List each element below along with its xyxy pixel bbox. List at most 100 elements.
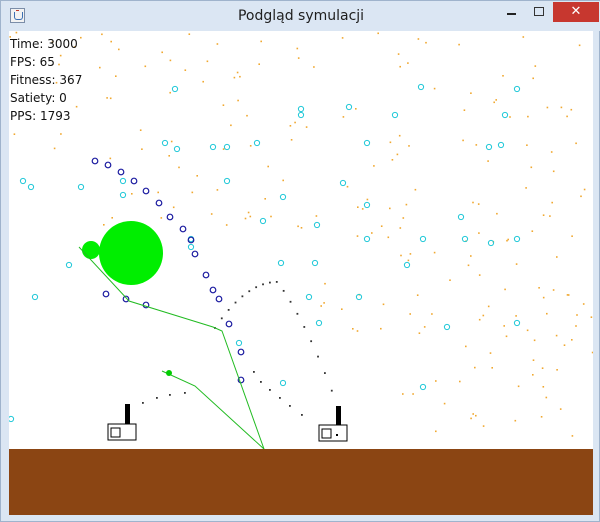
food-particle — [380, 327, 382, 330]
blue-bubble — [237, 348, 245, 356]
food-particle — [551, 201, 553, 204]
food-particle — [530, 166, 533, 169]
cyan-bubble — [161, 139, 169, 147]
blue-bubble — [142, 187, 150, 195]
food-particle — [294, 121, 296, 124]
title-bar[interactable]: Podgląd symulacji ✕ — [1, 1, 600, 31]
cyan-bubble — [363, 201, 371, 209]
food-particle — [169, 59, 172, 62]
food-particle — [109, 157, 112, 160]
food-particle — [459, 380, 461, 383]
food-particle — [101, 33, 103, 36]
minimize-button[interactable] — [497, 2, 525, 22]
food-particle — [210, 213, 213, 215]
food-particle — [496, 212, 498, 215]
cyan-bubble — [235, 339, 243, 347]
close-button[interactable]: ✕ — [553, 2, 599, 22]
blue-bubble — [202, 271, 210, 279]
cyan-bubble — [279, 193, 287, 201]
food-particle — [320, 305, 322, 307]
cyan-bubble — [311, 259, 319, 267]
blue-bubble — [179, 225, 187, 233]
cyan-bubble — [171, 85, 179, 93]
cyan-bubble — [315, 319, 323, 327]
food-particle — [399, 227, 402, 229]
food-particle — [282, 179, 284, 182]
cyan-bubble — [253, 139, 261, 147]
food-particle — [196, 175, 198, 177]
food-particle — [474, 366, 476, 369]
food-particle — [103, 224, 105, 226]
cyan-bubble — [485, 143, 493, 151]
cyan-bubble — [223, 177, 231, 185]
fps-stat: FPS: 65 — [10, 55, 55, 69]
food-particle — [144, 65, 147, 68]
food-particle — [178, 166, 180, 169]
food-particle — [236, 71, 239, 74]
blue-bubble — [155, 199, 163, 207]
food-particle — [356, 330, 359, 332]
food-particle — [417, 38, 420, 40]
food-particle — [206, 60, 209, 63]
food-particle — [13, 133, 16, 135]
cyan-bubble — [497, 141, 505, 149]
food-particle — [346, 185, 349, 188]
food-particle — [506, 239, 508, 242]
trail-dot — [289, 405, 291, 407]
food-particle — [503, 325, 505, 327]
food-particle — [168, 155, 170, 157]
trail-dot — [282, 289, 285, 292]
trail-dot — [184, 392, 186, 394]
cyan-bubble — [339, 179, 347, 187]
cyan-bubble — [173, 145, 181, 153]
food-particle — [267, 165, 269, 168]
trail-dot — [220, 317, 223, 320]
trail-dot — [253, 371, 255, 373]
maximize-button[interactable] — [525, 2, 553, 22]
food-particle — [465, 345, 467, 348]
food-particle — [542, 214, 545, 216]
food-particle — [233, 76, 236, 79]
food-particle — [407, 62, 409, 64]
blue-bubble — [104, 161, 112, 169]
cyan-bubble — [403, 261, 411, 269]
simulation-canvas[interactable]: Time: 3000 FPS: 65 Fitness: 367 Satiety:… — [9, 31, 593, 515]
food-particle — [472, 413, 474, 415]
food-particle — [400, 254, 402, 257]
food-particle — [540, 416, 543, 418]
food-particle — [315, 215, 318, 217]
food-particle — [249, 145, 252, 147]
food-particle — [590, 316, 593, 318]
food-particle — [313, 66, 315, 68]
trail-dot — [169, 394, 171, 396]
food-particle — [532, 77, 534, 80]
food-particle — [305, 126, 308, 128]
food-particle — [412, 393, 414, 395]
trail-dot — [275, 281, 278, 283]
food-particle — [296, 47, 299, 50]
food-particle — [222, 104, 225, 106]
cyan-bubble — [119, 177, 127, 185]
food-particle — [170, 140, 173, 143]
trail-dot — [255, 286, 258, 289]
food-particle — [462, 139, 464, 142]
food-particle — [546, 106, 549, 109]
trail-dot — [156, 397, 158, 399]
food-particle — [416, 294, 419, 296]
food-particle — [505, 335, 508, 338]
blue-bubble — [117, 168, 125, 176]
cyan-bubble — [345, 103, 353, 111]
food-particle — [131, 193, 133, 195]
food-particle — [542, 296, 545, 299]
time-stat: Time: 3000 — [10, 37, 78, 51]
food-particle — [504, 288, 506, 291]
food-particle — [247, 211, 250, 214]
cyan-bubble — [513, 235, 521, 243]
food-particle — [578, 44, 581, 47]
food-particle — [515, 263, 518, 265]
food-particle — [115, 75, 117, 77]
trail-dot — [269, 389, 271, 391]
food-particle — [493, 101, 495, 104]
food-particle — [398, 134, 401, 137]
trail-dot — [310, 340, 313, 343]
